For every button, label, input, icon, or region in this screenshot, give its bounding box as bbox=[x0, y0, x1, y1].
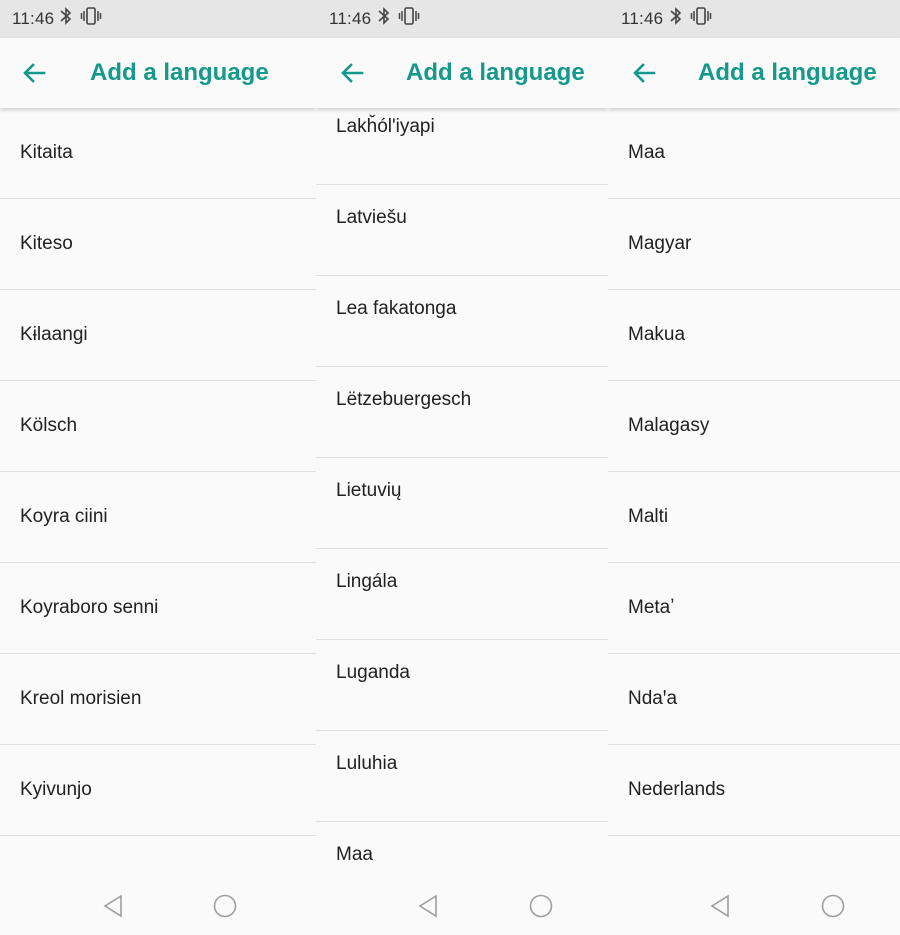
back-button[interactable] bbox=[20, 60, 50, 86]
list-item[interactable]: Malti bbox=[608, 472, 900, 563]
list-item[interactable]: Koyraboro senni bbox=[0, 563, 316, 654]
app-bar: Add a language bbox=[0, 38, 316, 108]
list-item[interactable]: Lëtzebuergesch bbox=[316, 367, 608, 458]
screenshot-stage: 11:46 Add a language Kitaita Kiteso Kɨla… bbox=[0, 0, 900, 935]
triangle-back-icon[interactable] bbox=[708, 894, 732, 918]
list-item[interactable]: Kiteso bbox=[0, 199, 316, 290]
language-label: Kiteso bbox=[20, 233, 73, 254]
list-item[interactable]: Kyivunjo bbox=[0, 745, 316, 836]
language-label: Ndaꞌa bbox=[628, 688, 678, 709]
bluetooth-icon bbox=[60, 7, 72, 25]
status-time: 11:46 bbox=[621, 9, 664, 28]
list-item[interactable]: Kitaita bbox=[0, 108, 316, 199]
language-label: Luganda bbox=[336, 662, 410, 683]
language-label: Maa bbox=[336, 844, 373, 865]
language-label: Nederlands bbox=[628, 779, 726, 800]
circle-home-icon[interactable] bbox=[529, 894, 553, 918]
status-bar: 11:46 bbox=[316, 0, 608, 38]
language-label: Latviešu bbox=[336, 207, 407, 228]
list-item[interactable]: Latviešu bbox=[316, 185, 608, 276]
language-label: Lakȟól'iyapi bbox=[336, 116, 435, 137]
page-title: Add a language bbox=[698, 59, 877, 86]
status-bar: 11:46 bbox=[0, 0, 316, 38]
navigation-bar bbox=[316, 876, 608, 935]
navigation-bar bbox=[608, 876, 900, 935]
status-icons bbox=[670, 6, 712, 26]
language-list: Maa Magyar Makua Malagasy Malti Metaʼ Nd… bbox=[608, 108, 900, 876]
list-item[interactable]: Metaʼ bbox=[608, 563, 900, 654]
language-label: Lietuvių bbox=[336, 480, 402, 501]
back-button[interactable] bbox=[630, 60, 660, 86]
vibrate-icon bbox=[398, 7, 420, 25]
list-item[interactable]: Magyar bbox=[608, 199, 900, 290]
page-title: Add a language bbox=[406, 59, 585, 86]
list-item[interactable]: Kölsch bbox=[0, 381, 316, 472]
language-label: Lingála bbox=[336, 571, 398, 592]
status-time: 11:46 bbox=[329, 9, 372, 28]
language-label: Metaʼ bbox=[628, 597, 675, 618]
list-item[interactable]: Lakȟól'iyapi bbox=[316, 108, 608, 185]
status-time: 11:46 bbox=[12, 9, 55, 28]
list-item[interactable]: Makua bbox=[608, 290, 900, 381]
language-label: Malti bbox=[628, 506, 669, 527]
arrow-left-icon bbox=[341, 63, 364, 83]
language-label: Koyraboro senni bbox=[20, 597, 159, 618]
screen-panel-3: 11:46 Add a language Maa Magyar Makua Ma… bbox=[608, 0, 900, 935]
status-icons bbox=[60, 6, 102, 26]
list-item[interactable]: Lea fakatonga bbox=[316, 276, 608, 367]
list-item[interactable]: Maa bbox=[608, 108, 900, 199]
list-item[interactable]: Lietuvių bbox=[316, 458, 608, 549]
bluetooth-icon bbox=[378, 7, 390, 25]
list-item[interactable]: Malagasy bbox=[608, 381, 900, 472]
language-label: Lea fakatonga bbox=[336, 298, 457, 319]
page-title: Add a language bbox=[90, 59, 269, 86]
arrow-left-icon bbox=[23, 63, 46, 83]
list-item[interactable]: Kɨlaangi bbox=[0, 290, 316, 381]
list-item[interactable]: Nederlands bbox=[608, 745, 900, 836]
screen-panel-2: 11:46 Add a language Lakȟól'iyapi Latvie… bbox=[316, 0, 608, 935]
list-item[interactable]: Koyra ciini bbox=[0, 472, 316, 563]
vibrate-icon bbox=[80, 7, 102, 25]
list-item[interactable]: Lingála bbox=[316, 549, 608, 640]
list-item[interactable]: Luganda bbox=[316, 640, 608, 731]
circle-home-icon[interactable] bbox=[213, 894, 237, 918]
list-item[interactable]: Luluhia bbox=[316, 731, 608, 822]
app-bar: Add a language bbox=[316, 38, 608, 108]
back-button[interactable] bbox=[338, 60, 368, 86]
circle-home-icon[interactable] bbox=[821, 894, 845, 918]
list-item[interactable]: Maa bbox=[316, 822, 608, 876]
triangle-back-icon[interactable] bbox=[416, 894, 440, 918]
list-item[interactable]: Ndaꞌa bbox=[608, 654, 900, 745]
navigation-bar bbox=[0, 876, 316, 935]
vibrate-icon bbox=[690, 7, 712, 25]
triangle-back-icon[interactable] bbox=[101, 894, 125, 918]
language-list: Lakȟól'iyapi Latviešu Lea fakatonga Lëtz… bbox=[316, 108, 608, 876]
app-bar: Add a language bbox=[608, 38, 900, 108]
language-label: Malagasy bbox=[628, 415, 710, 436]
language-list: Kitaita Kiteso Kɨlaangi Kölsch Koyra cii… bbox=[0, 108, 316, 876]
language-label: Kölsch bbox=[20, 415, 78, 436]
bluetooth-icon bbox=[670, 7, 682, 25]
language-label: Maa bbox=[628, 142, 665, 163]
list-item[interactable]: Kreol morisien bbox=[0, 654, 316, 745]
language-label: Magyar bbox=[628, 233, 692, 254]
language-label: Makua bbox=[628, 324, 686, 345]
language-label: Koyra ciini bbox=[20, 506, 108, 527]
screen-panel-1: 11:46 Add a language Kitaita Kiteso Kɨla… bbox=[0, 0, 316, 935]
language-label: Kɨlaangi bbox=[20, 324, 88, 345]
status-bar: 11:46 bbox=[608, 0, 900, 38]
language-label: Kyivunjo bbox=[20, 779, 92, 800]
arrow-left-icon bbox=[633, 63, 656, 83]
language-label: Lëtzebuergesch bbox=[336, 389, 472, 410]
language-label: Kitaita bbox=[20, 142, 73, 163]
status-icons bbox=[378, 6, 420, 26]
language-label: Luluhia bbox=[336, 753, 398, 774]
language-label: Kreol morisien bbox=[20, 688, 142, 709]
